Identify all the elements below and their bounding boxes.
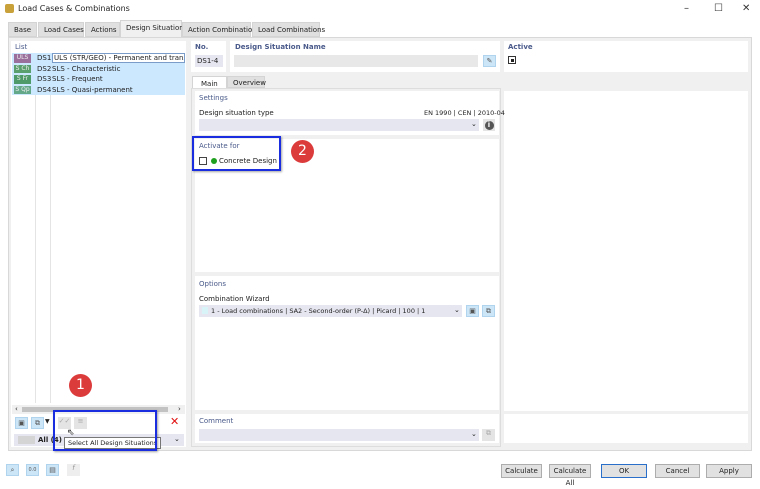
list-item[interactable]: S Ch DS2 SLS - Characteristic — [12, 63, 185, 74]
cancel-button[interactable]: Cancel — [655, 464, 700, 478]
wizard-swatch — [202, 307, 208, 314]
ok-button[interactable]: OK — [601, 464, 647, 478]
ds-name: ULS (STR/GEO) - Permanent and transient … — [52, 53, 185, 63]
callout-2: 2 — [291, 140, 314, 163]
tab-load-combinations[interactable]: Load Combinations — [252, 22, 325, 37]
comment-library-button[interactable]: ⧉ — [482, 429, 495, 441]
title-bar: Load Cases & Combinations – ☐ ✕ — [0, 0, 760, 18]
ds-badge: ULS — [14, 54, 31, 63]
calculate-button[interactable]: Calculate — [501, 464, 542, 478]
tab-overview[interactable]: Overview — [227, 76, 266, 88]
combination-wizard-value: 1 - Load combinations | SA2 - Second-ord… — [211, 307, 426, 315]
design-situation-type-label: Design situation type — [199, 109, 274, 117]
edit-name-button[interactable]: ✎ — [483, 55, 496, 67]
list-col-divider — [50, 53, 51, 403]
no-label: No. — [195, 43, 209, 51]
no-value: DS1-4 — [197, 57, 219, 65]
ds-name: SLS - Quasi-permanent — [52, 85, 133, 94]
list-header: List — [15, 43, 28, 51]
minimize-button[interactable]: – — [684, 3, 689, 14]
name-input[interactable] — [234, 55, 478, 67]
calculate-all-button[interactable]: Calculate All — [549, 464, 591, 487]
search-icon[interactable]: ⌕ — [6, 464, 19, 476]
ds-badge: S Qp — [14, 85, 31, 94]
ds-name: SLS - Frequent — [52, 75, 103, 83]
scroll-left-icon[interactable]: ‹ — [15, 405, 18, 413]
list-item[interactable]: ULS DS1 ULS (STR/GEO) - Permanent and tran… — [12, 53, 185, 64]
maximize-button[interactable]: ☐ — [714, 3, 723, 14]
chevron-down-icon[interactable]: ▼ — [45, 418, 50, 425]
copy-item-button[interactable]: ⧉ — [31, 417, 44, 429]
design-situation-type-dropdown[interactable]: ⌄ — [199, 119, 479, 131]
list-item[interactable]: S Qp DS4 SLS - Quasi-permanent — [12, 84, 185, 95]
delete-icon[interactable]: ✕ — [170, 415, 179, 428]
ds-name: SLS - Characteristic — [52, 64, 121, 73]
name-label: Design Situation Name — [235, 43, 326, 51]
right-panel — [504, 91, 748, 411]
ds-number: DS4 — [37, 85, 52, 94]
chevron-down-icon: ⌄ — [454, 306, 460, 314]
formula-icon[interactable]: f — [67, 464, 80, 476]
scroll-right-icon[interactable]: › — [178, 405, 181, 413]
right-panel-lower — [504, 414, 748, 443]
ds-badge: S Fr — [14, 75, 31, 84]
standard-label: EN 1990 | CEN | 2010-04 — [424, 109, 505, 117]
tab-design-situations[interactable]: Design Situations — [120, 20, 187, 37]
tab-load-cases[interactable]: Load Cases — [38, 22, 84, 37]
chevron-down-icon: ⌄ — [471, 430, 477, 438]
table-icon[interactable]: ▤ — [46, 464, 59, 476]
chevron-down-icon: ⌄ — [471, 120, 477, 128]
tab-base[interactable]: Base — [8, 22, 37, 37]
window-title: Load Cases & Combinations — [18, 4, 130, 13]
edit-wizard-button[interactable]: ⧉ — [482, 305, 495, 317]
new-item-button[interactable]: ▣ — [15, 417, 28, 429]
comment-dropdown[interactable]: ⌄ — [199, 429, 479, 441]
callout-1: 1 — [69, 374, 92, 397]
options-title: Options — [199, 280, 227, 288]
combination-wizard-label: Combination Wizard — [199, 295, 270, 303]
active-panel — [504, 41, 748, 72]
ds-number: DS2 — [37, 64, 52, 73]
no-field: DS1-4 — [195, 55, 223, 67]
settings-title: Settings — [199, 94, 228, 102]
new-wizard-button[interactable]: ▣ — [466, 305, 479, 317]
units-icon[interactable]: 0.0 — [26, 464, 39, 476]
info-icon[interactable]: i — [483, 119, 495, 131]
apply-button[interactable]: Apply — [706, 464, 752, 478]
list-panel — [11, 41, 186, 447]
list-col-divider — [35, 53, 36, 403]
tab-actions[interactable]: Actions — [85, 22, 120, 37]
close-button[interactable]: ✕ — [742, 3, 750, 14]
ds-badge: S Ch — [14, 64, 31, 73]
combination-wizard-dropdown[interactable]: 1 - Load combinations | SA2 - Second-ord… — [199, 305, 462, 317]
comment-title: Comment — [199, 417, 234, 425]
list-item[interactable]: S Fr DS3 SLS - Frequent — [12, 74, 185, 85]
chevron-down-icon: ⌄ — [174, 435, 180, 443]
highlight-box-2 — [192, 136, 281, 171]
tab-action-combinations[interactable]: Action Combinations — [182, 22, 260, 37]
ds-number: DS3 — [37, 75, 52, 83]
app-icon — [5, 4, 14, 13]
active-checkbox[interactable] — [508, 56, 516, 64]
filter-swatch — [18, 436, 35, 444]
ds-number: DS1 — [37, 54, 52, 62]
active-label: Active — [508, 43, 533, 51]
highlight-box-1 — [53, 410, 157, 451]
